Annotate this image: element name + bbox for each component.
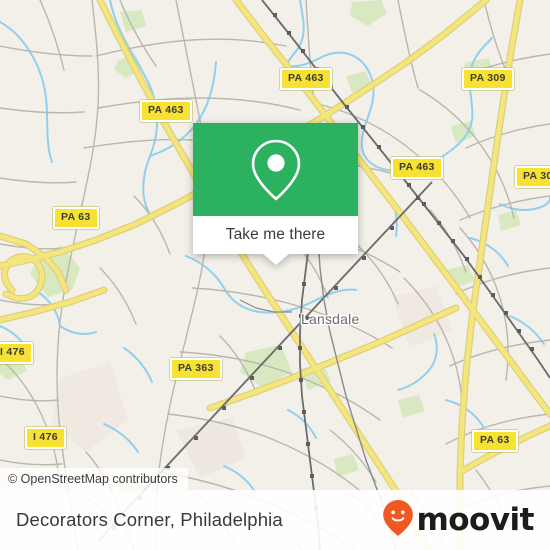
road-shield-i476-nw: I 476	[0, 342, 33, 364]
location-callout-card[interactable]: Take me there	[193, 123, 358, 265]
callout-header	[193, 123, 358, 216]
callout-action-bar[interactable]: Take me there	[193, 216, 358, 265]
moovit-brand[interactable]: moovit	[382, 499, 534, 542]
road-shield-pa463-e: PA 463	[391, 157, 443, 179]
map-screen: PA 463 PA 463 PA 309 PA 463 PA 309 PA 63…	[0, 0, 550, 550]
road-shield-pa309-n: PA 309	[462, 68, 514, 90]
moovit-smiley-pin-icon	[382, 499, 414, 542]
map-pin-icon	[248, 137, 304, 203]
road-shield-pa63-w: PA 63	[53, 207, 99, 229]
road-shield-pa309-e: PA 309	[515, 166, 550, 188]
road-shield-pa63-se: PA 63	[472, 430, 518, 452]
road-shield-pa463-n: PA 463	[280, 68, 332, 90]
take-me-there-label: Take me there	[225, 226, 326, 244]
road-shield-i476-sw: I 476	[25, 427, 66, 449]
moovit-wordmark: moovit	[416, 501, 534, 538]
callout-pointer	[262, 254, 289, 265]
road-shield-pa363-sw: PA 363	[170, 358, 222, 380]
place-label-lansdale: Lansdale	[301, 311, 360, 327]
osm-attribution[interactable]: © OpenStreetMap contributors	[0, 468, 188, 490]
place-title: Decorators Corner, Philadelphia	[16, 509, 283, 530]
footer-bar: Decorators Corner, Philadelphia moovit	[0, 490, 550, 550]
road-shield-pa463-nw: PA 463	[140, 100, 192, 122]
